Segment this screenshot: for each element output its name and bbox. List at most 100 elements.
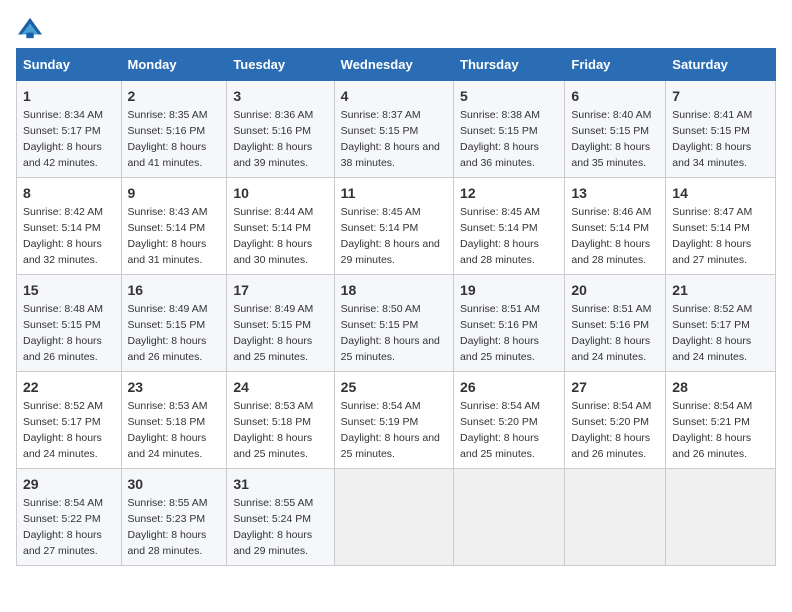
day-number: 2 — [128, 86, 221, 106]
week-row-2: 8 Sunrise: 8:42 AMSunset: 5:14 PMDaylight… — [17, 178, 776, 275]
calendar-cell — [454, 469, 565, 566]
day-info: Sunrise: 8:53 AMSunset: 5:18 PMDaylight:… — [128, 400, 208, 460]
col-header-tuesday: Tuesday — [227, 49, 334, 81]
day-info: Sunrise: 8:38 AMSunset: 5:15 PMDaylight:… — [460, 109, 540, 169]
calendar-cell: 18Sunrise: 8:50 AMSunset: 5:15 PMDayligh… — [334, 275, 453, 372]
calendar-cell: 30 Sunrise: 8:55 AMSunset: 5:23 PMDayligh… — [121, 469, 227, 566]
day-info: Sunrise: 8:51 AMSunset: 5:16 PMDaylight:… — [460, 303, 540, 363]
col-header-saturday: Saturday — [666, 49, 776, 81]
day-info: Sunrise: 8:54 AMSunset: 5:22 PMDaylight:… — [23, 497, 103, 557]
week-row-4: 22Sunrise: 8:52 AMSunset: 5:17 PMDayligh… — [17, 372, 776, 469]
day-info: Sunrise: 8:44 AMSunset: 5:14 PMDaylight:… — [233, 206, 313, 266]
day-info: Sunrise: 8:34 AMSunset: 5:17 PMDaylight:… — [23, 109, 103, 169]
day-number: 22 — [23, 377, 115, 397]
day-number: 16 — [128, 280, 221, 300]
day-number: 20 — [571, 280, 659, 300]
day-number: 7 — [672, 86, 769, 106]
calendar-cell: 20 Sunrise: 8:51 AMSunset: 5:16 PMDayligh… — [565, 275, 666, 372]
day-info: Sunrise: 8:54 AMSunset: 5:19 PMDaylight:… — [341, 400, 440, 460]
day-number: 15 — [23, 280, 115, 300]
week-row-5: 29 Sunrise: 8:54 AMSunset: 5:22 PMDayligh… — [17, 469, 776, 566]
day-info: Sunrise: 8:36 AMSunset: 5:16 PMDaylight:… — [233, 109, 313, 169]
col-header-wednesday: Wednesday — [334, 49, 453, 81]
day-info: Sunrise: 8:50 AMSunset: 5:15 PMDaylight:… — [341, 303, 440, 363]
day-number: 19 — [460, 280, 558, 300]
day-number: 31 — [233, 474, 327, 494]
calendar-cell: 25 Sunrise: 8:54 AMSunset: 5:19 PMDayligh… — [334, 372, 453, 469]
day-number: 5 — [460, 86, 558, 106]
day-number: 29 — [23, 474, 115, 494]
col-header-sunday: Sunday — [17, 49, 122, 81]
day-number: 17 — [233, 280, 327, 300]
day-number: 27 — [571, 377, 659, 397]
day-info: Sunrise: 8:37 AMSunset: 5:15 PMDaylight:… — [341, 109, 440, 169]
col-header-friday: Friday — [565, 49, 666, 81]
day-info: Sunrise: 8:55 AMSunset: 5:23 PMDaylight:… — [128, 497, 208, 557]
calendar-cell: 17 Sunrise: 8:49 AMSunset: 5:15 PMDayligh… — [227, 275, 334, 372]
calendar-cell: 21 Sunrise: 8:52 AMSunset: 5:17 PMDayligh… — [666, 275, 776, 372]
calendar-cell: 31 Sunrise: 8:55 AMSunset: 5:24 PMDayligh… — [227, 469, 334, 566]
day-info: Sunrise: 8:40 AMSunset: 5:15 PMDaylight:… — [571, 109, 651, 169]
calendar-cell: 5 Sunrise: 8:38 AMSunset: 5:15 PMDaylight… — [454, 81, 565, 178]
calendar-cell: 8 Sunrise: 8:42 AMSunset: 5:14 PMDaylight… — [17, 178, 122, 275]
calendar-cell: 2 Sunrise: 8:35 AMSunset: 5:16 PMDaylight… — [121, 81, 227, 178]
week-row-1: 1 Sunrise: 8:34 AMSunset: 5:17 PMDaylight… — [17, 81, 776, 178]
day-info: Sunrise: 8:49 AMSunset: 5:15 PMDaylight:… — [233, 303, 313, 363]
calendar-cell: 27 Sunrise: 8:54 AMSunset: 5:20 PMDayligh… — [565, 372, 666, 469]
calendar-cell — [334, 469, 453, 566]
day-number: 10 — [233, 183, 327, 203]
day-number: 21 — [672, 280, 769, 300]
day-number: 14 — [672, 183, 769, 203]
calendar-cell: 7 Sunrise: 8:41 AMSunset: 5:15 PMDaylight… — [666, 81, 776, 178]
day-info: Sunrise: 8:48 AMSunset: 5:15 PMDaylight:… — [23, 303, 103, 363]
calendar-cell: 9 Sunrise: 8:43 AMSunset: 5:14 PMDaylight… — [121, 178, 227, 275]
day-info: Sunrise: 8:45 AMSunset: 5:14 PMDaylight:… — [341, 206, 440, 266]
day-number: 11 — [341, 183, 447, 203]
day-info: Sunrise: 8:49 AMSunset: 5:15 PMDaylight:… — [128, 303, 208, 363]
calendar-cell: 12 Sunrise: 8:45 AMSunset: 5:14 PMDayligh… — [454, 178, 565, 275]
calendar-cell: 10 Sunrise: 8:44 AMSunset: 5:14 PMDayligh… — [227, 178, 334, 275]
day-info: Sunrise: 8:47 AMSunset: 5:14 PMDaylight:… — [672, 206, 752, 266]
calendar-cell: 6Sunrise: 8:40 AMSunset: 5:15 PMDaylight… — [565, 81, 666, 178]
day-info: Sunrise: 8:52 AMSunset: 5:17 PMDaylight:… — [672, 303, 752, 363]
calendar-cell: 22Sunrise: 8:52 AMSunset: 5:17 PMDayligh… — [17, 372, 122, 469]
day-info: Sunrise: 8:55 AMSunset: 5:24 PMDaylight:… — [233, 497, 313, 557]
day-info: Sunrise: 8:45 AMSunset: 5:14 PMDaylight:… — [460, 206, 540, 266]
page-header — [16, 16, 776, 40]
day-number: 9 — [128, 183, 221, 203]
day-number: 1 — [23, 86, 115, 106]
day-number: 12 — [460, 183, 558, 203]
calendar-cell: 29 Sunrise: 8:54 AMSunset: 5:22 PMDayligh… — [17, 469, 122, 566]
calendar-cell: 15 Sunrise: 8:48 AMSunset: 5:15 PMDayligh… — [17, 275, 122, 372]
day-number: 30 — [128, 474, 221, 494]
day-number: 25 — [341, 377, 447, 397]
day-info: Sunrise: 8:53 AMSunset: 5:18 PMDaylight:… — [233, 400, 313, 460]
calendar-cell — [565, 469, 666, 566]
calendar-cell: 28Sunrise: 8:54 AMSunset: 5:21 PMDayligh… — [666, 372, 776, 469]
day-number: 4 — [341, 86, 447, 106]
day-number: 28 — [672, 377, 769, 397]
day-number: 13 — [571, 183, 659, 203]
day-info: Sunrise: 8:43 AMSunset: 5:14 PMDaylight:… — [128, 206, 208, 266]
col-header-monday: Monday — [121, 49, 227, 81]
day-number: 26 — [460, 377, 558, 397]
day-info: Sunrise: 8:35 AMSunset: 5:16 PMDaylight:… — [128, 109, 208, 169]
calendar-cell: 13 Sunrise: 8:46 AMSunset: 5:14 PMDayligh… — [565, 178, 666, 275]
day-number: 3 — [233, 86, 327, 106]
day-info: Sunrise: 8:54 AMSunset: 5:20 PMDaylight:… — [571, 400, 651, 460]
day-number: 24 — [233, 377, 327, 397]
day-info: Sunrise: 8:42 AMSunset: 5:14 PMDaylight:… — [23, 206, 103, 266]
calendar-cell — [666, 469, 776, 566]
day-number: 23 — [128, 377, 221, 397]
col-header-thursday: Thursday — [454, 49, 565, 81]
day-info: Sunrise: 8:41 AMSunset: 5:15 PMDaylight:… — [672, 109, 752, 169]
day-number: 8 — [23, 183, 115, 203]
calendar-cell: 4 Sunrise: 8:37 AMSunset: 5:15 PMDaylight… — [334, 81, 453, 178]
day-info: Sunrise: 8:51 AMSunset: 5:16 PMDaylight:… — [571, 303, 651, 363]
day-info: Sunrise: 8:46 AMSunset: 5:14 PMDaylight:… — [571, 206, 651, 266]
calendar-cell: 11 Sunrise: 8:45 AMSunset: 5:14 PMDayligh… — [334, 178, 453, 275]
calendar-table: SundayMondayTuesdayWednesdayThursdayFrid… — [16, 48, 776, 566]
week-row-3: 15 Sunrise: 8:48 AMSunset: 5:15 PMDayligh… — [17, 275, 776, 372]
calendar-cell: 24 Sunrise: 8:53 AMSunset: 5:18 PMDayligh… — [227, 372, 334, 469]
calendar-cell: 23 Sunrise: 8:53 AMSunset: 5:18 PMDayligh… — [121, 372, 227, 469]
